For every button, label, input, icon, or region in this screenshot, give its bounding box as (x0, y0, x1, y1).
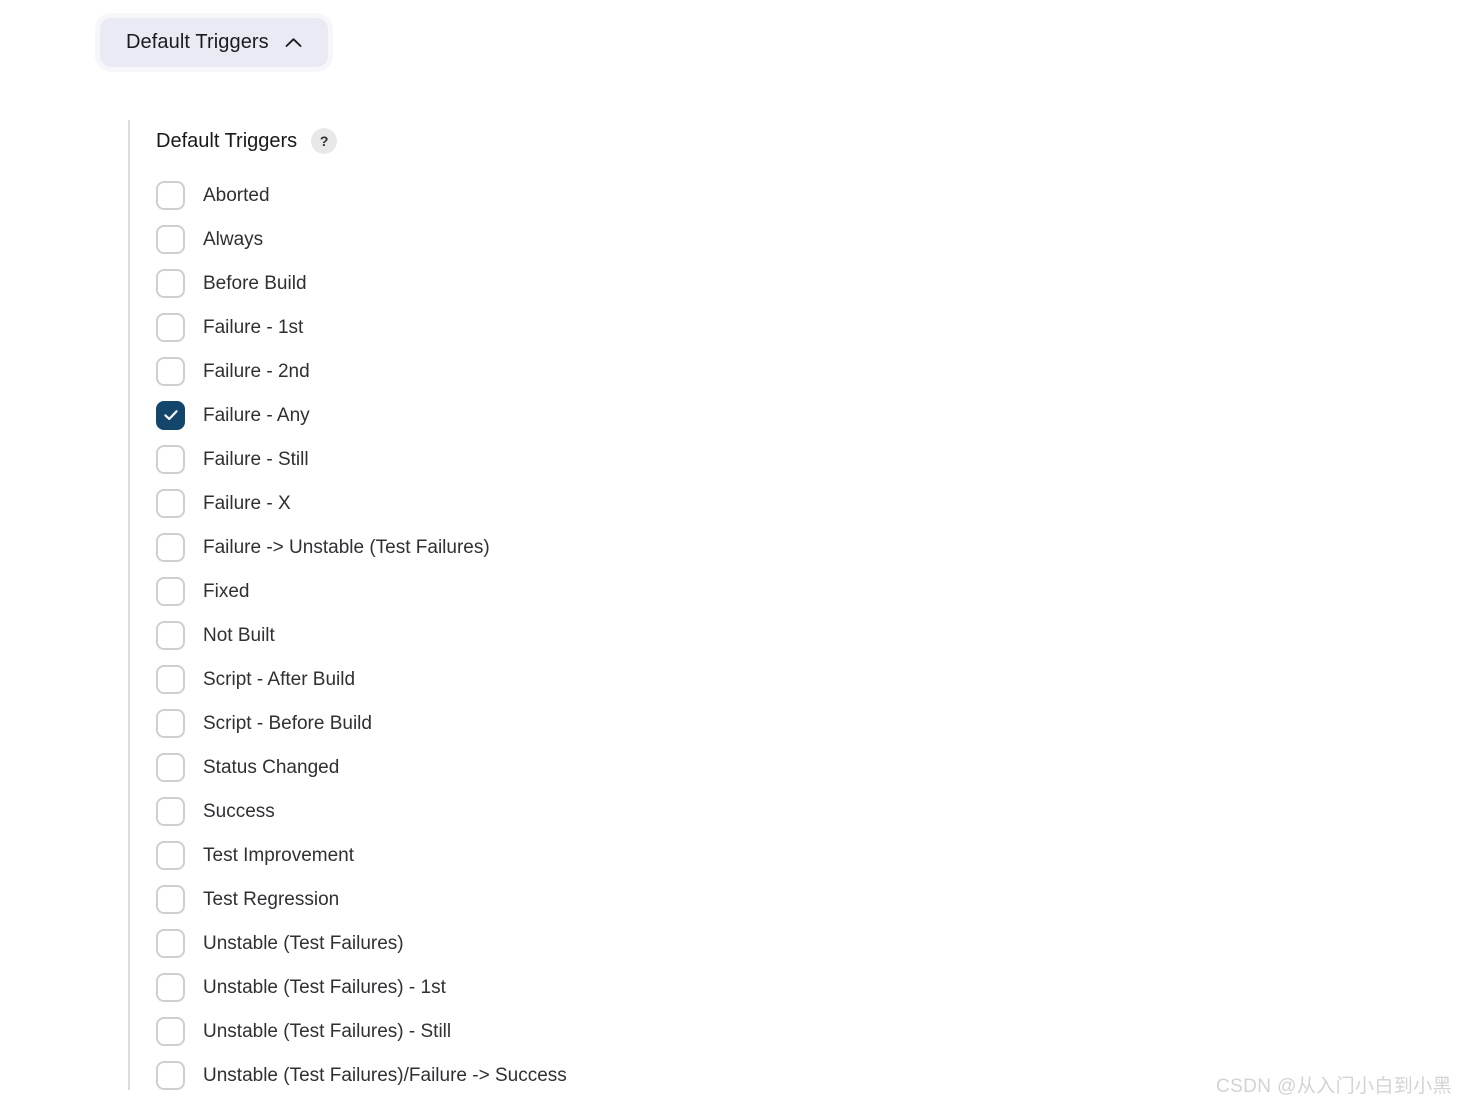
trigger-option-label: Script - After Build (203, 668, 356, 690)
checkbox-icon[interactable] (156, 1016, 185, 1046)
trigger-option-label: Unstable (Test Failures) (203, 932, 404, 954)
default-triggers-toggle-label: Default Triggers (126, 31, 269, 53)
checkbox-icon[interactable] (156, 224, 185, 254)
trigger-option-row[interactable]: Failure - 1st (156, 305, 567, 349)
trigger-option-row[interactable]: Failure - Any (156, 393, 567, 437)
trigger-option-label: Status Changed (203, 756, 340, 778)
checkbox-icon[interactable] (156, 752, 185, 782)
trigger-option-row[interactable]: Aborted (156, 173, 567, 217)
trigger-option-row[interactable]: Success (156, 789, 567, 833)
checkbox-icon[interactable] (156, 664, 185, 694)
trigger-option-row[interactable]: Failure - Still (156, 437, 567, 481)
trigger-option-row[interactable]: Unstable (Test Failures) - Still (156, 1009, 567, 1053)
trigger-option-label: Failure - 1st (203, 316, 304, 338)
trigger-option-label: Unstable (Test Failures) - Still (203, 1020, 452, 1042)
trigger-option-row[interactable]: Fixed (156, 569, 567, 613)
trigger-option-row[interactable]: Test Regression (156, 877, 567, 921)
trigger-option-row[interactable]: Unstable (Test Failures)/Failure -> Succ… (156, 1053, 567, 1097)
checkbox-icon[interactable] (156, 532, 185, 562)
checkbox-icon[interactable] (156, 444, 185, 474)
checkbox-icon[interactable] (156, 488, 185, 518)
checkbox-icon[interactable] (156, 708, 185, 738)
checkbox-icon[interactable] (156, 180, 185, 210)
trigger-option-label: Always (203, 228, 264, 250)
section-title: Default Triggers (156, 130, 298, 152)
checkbox-icon[interactable] (156, 312, 185, 342)
trigger-option-row[interactable]: Script - Before Build (156, 701, 567, 745)
checkbox-icon[interactable] (156, 928, 185, 958)
trigger-option-label: Not Built (203, 624, 275, 646)
chevron-up-icon (285, 37, 302, 48)
default-triggers-toggle-wrap: Default Triggers (100, 18, 328, 67)
trigger-option-label: Unstable (Test Failures) - 1st (203, 976, 446, 998)
trigger-option-row[interactable]: Script - After Build (156, 657, 567, 701)
trigger-option-row[interactable]: Failure -> Unstable (Test Failures) (156, 525, 567, 569)
trigger-option-label: Before Build (203, 272, 307, 294)
checkbox-icon[interactable] (156, 972, 185, 1002)
default-triggers-checkbox-list: Aborted Always Before Build Failure - 1st Fa… (156, 173, 567, 1097)
trigger-option-row[interactable]: Failure - 2nd (156, 349, 567, 393)
watermark: CSDN @从入门小白到小黑 (1215, 1076, 1452, 1097)
trigger-option-label: Failure -> Unstable (Test Failures) (203, 536, 490, 558)
default-triggers-section: Default Triggers ? Aborted Always Before B… (128, 120, 567, 1090)
trigger-option-row[interactable]: Failure - X (156, 481, 567, 525)
checkbox-icon[interactable] (156, 620, 185, 650)
section-header: Default Triggers ? (156, 120, 567, 162)
checkbox-icon[interactable] (156, 884, 185, 914)
trigger-option-label: Failure - 2nd (203, 360, 310, 382)
trigger-option-label: Failure - Still (203, 448, 309, 470)
help-question-icon[interactable]: ? (311, 128, 338, 154)
trigger-option-label: Failure - X (203, 492, 291, 514)
checkbox-checked-icon[interactable] (156, 400, 185, 430)
default-triggers-toggle-button[interactable]: Default Triggers (100, 18, 328, 67)
trigger-option-row[interactable]: Test Improvement (156, 833, 567, 877)
checkbox-icon[interactable] (156, 268, 185, 298)
trigger-option-label: Aborted (203, 184, 270, 206)
checkbox-icon[interactable] (156, 840, 185, 870)
checkbox-icon[interactable] (156, 1060, 185, 1090)
trigger-option-label: Unstable (Test Failures)/Failure -> Succ… (203, 1064, 567, 1086)
trigger-option-row[interactable]: Before Build (156, 261, 567, 305)
trigger-option-row[interactable]: Unstable (Test Failures) (156, 921, 567, 965)
trigger-option-row[interactable]: Status Changed (156, 745, 567, 789)
trigger-option-row[interactable]: Not Built (156, 613, 567, 657)
trigger-option-label: Test Regression (203, 888, 340, 910)
trigger-option-label: Fixed (203, 580, 250, 602)
trigger-option-row[interactable]: Always (156, 217, 567, 261)
trigger-option-label: Failure - Any (203, 404, 310, 426)
trigger-option-label: Script - Before Build (203, 712, 372, 734)
checkbox-icon[interactable] (156, 356, 185, 386)
trigger-option-row[interactable]: Unstable (Test Failures) - 1st (156, 965, 567, 1009)
checkbox-icon[interactable] (156, 796, 185, 826)
trigger-option-label: Test Improvement (203, 844, 354, 866)
checkbox-icon[interactable] (156, 576, 185, 606)
trigger-option-label: Success (203, 800, 275, 822)
